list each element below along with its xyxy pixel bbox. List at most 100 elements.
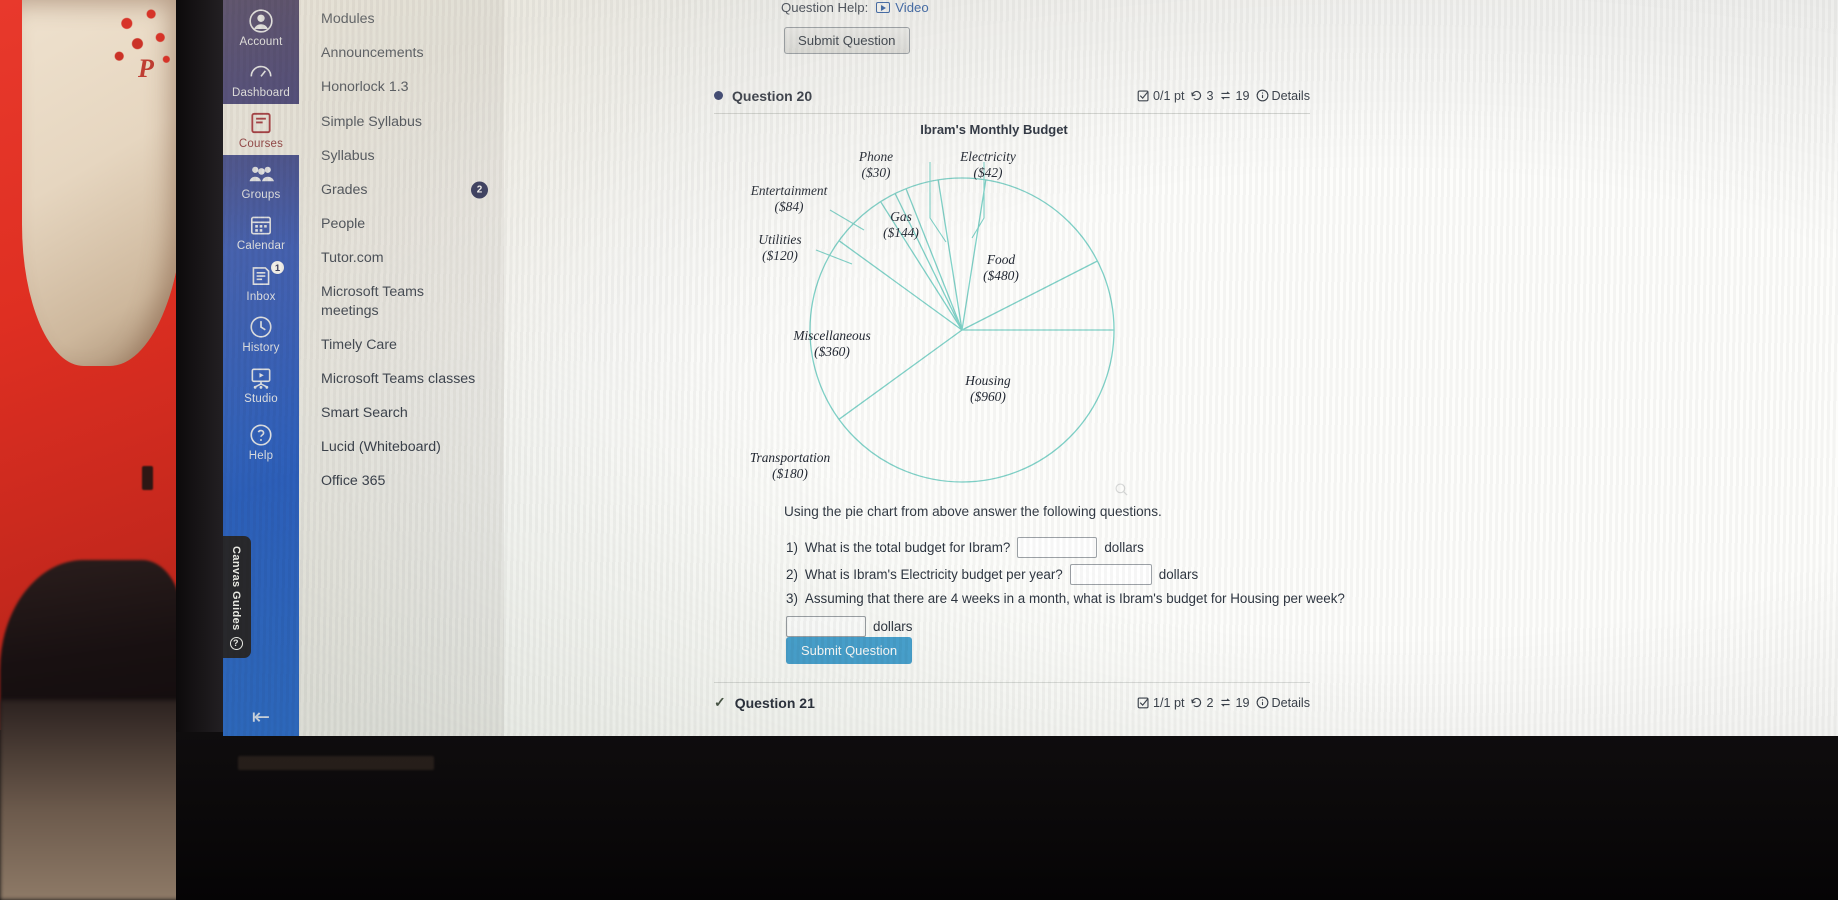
groups-icon (248, 161, 274, 187)
submit-question-button-top[interactable]: Submit Question (784, 27, 910, 54)
details-group[interactable]: Details (1256, 88, 1311, 103)
gnav-label: Courses (238, 138, 284, 150)
question-item-3: 3) Assuming that there are 4 weeks in a … (786, 591, 1345, 606)
question-20-title: Question 20 (732, 87, 813, 104)
course-nav-item-people[interactable]: People (299, 207, 504, 241)
course-nav-label: Simple Syllabus (321, 113, 422, 130)
course-nav-item-announcements[interactable]: Announcements (299, 36, 504, 70)
gnav-item-inbox[interactable]: 1 Inbox (223, 257, 299, 308)
question-item-3-answer-row: dollars (786, 616, 912, 637)
question-20-details-label: Details (1271, 88, 1311, 103)
course-nav-item-teams-classes[interactable]: Microsoft Teams classes (299, 362, 504, 396)
pie-label-phone: Phone ($30) (858, 149, 894, 180)
course-nav-item-teams-meetings[interactable]: Microsoft Teams meetings (299, 275, 504, 327)
monitor-screen: Account Dashboard Courses Groups Calenda… (223, 0, 1838, 736)
course-nav-label: Lucid (Whiteboard) (321, 439, 441, 456)
video-link-label: Video (895, 0, 929, 15)
question-20-meta: 0/1 pt 3 19 Details (1137, 89, 1310, 103)
question-21-details-label: Details (1271, 695, 1311, 710)
exchanges-group: 19 (1219, 695, 1250, 710)
question-2-text: What is Ibram's Electricity budget per y… (804, 567, 1063, 582)
question-21-title: Question 21 (734, 694, 815, 711)
course-nav-label: Office 365 (321, 473, 386, 490)
course-nav-item-syllabus[interactable]: Syllabus (299, 139, 504, 173)
question-21-exchanges: 19 (1235, 695, 1250, 710)
info-circle-icon (1256, 696, 1268, 709)
course-nav-item-tutor-com[interactable]: Tutor.com (299, 241, 504, 275)
details-group[interactable]: Details (1256, 695, 1311, 710)
clock-icon (248, 314, 274, 340)
gnav-item-courses[interactable]: Courses (223, 104, 299, 155)
course-nav-item-lucid[interactable]: Lucid (Whiteboard) (299, 430, 504, 464)
wall-switch (142, 466, 153, 490)
gnav-item-account[interactable]: Account (223, 2, 299, 53)
course-nav-item-office-365[interactable]: Office 365 (299, 464, 504, 498)
answer-input-2[interactable] (1069, 564, 1152, 585)
submit-question-button-bottom[interactable]: Submit Question (786, 637, 913, 664)
question-help-video-link[interactable]: Video (876, 0, 929, 15)
gnav-label: Help (248, 450, 274, 462)
course-nav-label: Tutor.com (321, 250, 384, 267)
gnav-item-calendar[interactable]: Calendar (223, 206, 299, 257)
course-nav-label: Modules (321, 11, 375, 27)
course-nav-item-simple-syllabus[interactable]: Simple Syllabus (299, 105, 504, 139)
pie-label-electricity: Electricity ($42) (960, 149, 1016, 180)
question-21-row[interactable]: ✓ Question 21 1/1 pt 2 19 Details (714, 682, 1310, 722)
course-nav-item-grades[interactable]: Grades 2 (299, 173, 504, 207)
gnav-item-dashboard[interactable]: Dashboard (223, 53, 299, 104)
pie-label-food: Food ($480) (983, 252, 1019, 283)
magnifier-icon[interactable] (1114, 482, 1129, 502)
answer-input-1[interactable] (1017, 537, 1098, 558)
pie-label-entertainment: Entertainment ($84) (750, 183, 828, 214)
question-item-1: 1) What is the total budget for Ibram? d… (786, 537, 1144, 558)
gnav-label: Inbox (246, 291, 276, 303)
canvas-global-nav: Account Dashboard Courses Groups Calenda… (223, 0, 299, 736)
dashboard-icon (248, 59, 274, 85)
user-avatar-icon (248, 8, 274, 34)
pie-label-housing: Housing ($960) (965, 373, 1011, 404)
course-nav-item-smart-search[interactable]: Smart Search (299, 396, 504, 430)
gnav-label: Calendar (236, 240, 286, 252)
undo-arrow-icon (1191, 90, 1202, 101)
quiz-prompt: Using the pie chart from above answer th… (784, 504, 1162, 519)
question-20-title-group: Question 20 (714, 88, 812, 104)
question-1-unit: dollars (1104, 540, 1144, 555)
bezel-reflection-strip (238, 756, 434, 770)
exchanges-group: 19 (1219, 88, 1250, 103)
gnav-item-help[interactable]: Help (223, 416, 299, 467)
question-21-meta: 1/1 pt 2 19 Details (1137, 696, 1310, 710)
canvas-guides-label: Canvas Guides (230, 546, 242, 631)
question-3-text: Assuming that there are 4 weeks in a mon… (804, 591, 1345, 606)
gnav-item-history[interactable]: History (223, 308, 299, 359)
question-mark-icon: ? (229, 637, 243, 650)
pie-label-miscellaneous: Miscellaneous ($360) (793, 328, 871, 359)
attempts-group: 3 (1190, 89, 1213, 103)
grades-badge: 2 (471, 181, 488, 199)
gnav-item-studio[interactable]: Studio (223, 359, 299, 410)
gnav-item-groups[interactable]: Groups (223, 155, 299, 206)
course-nav-label: Announcements (321, 45, 424, 62)
course-nav-item-modules[interactable]: Modules (299, 2, 504, 36)
question-2-number: 2) (786, 567, 798, 582)
question-21-title-group: ✓ Question 21 (714, 694, 815, 711)
undo-arrow-icon (1191, 697, 1202, 708)
gnav-label: History (242, 342, 280, 354)
course-nav-item-timely-care[interactable]: Timely Care (299, 328, 504, 362)
info-circle-icon (1256, 89, 1268, 102)
answer-input-3[interactable] (786, 616, 866, 637)
gnav-label: Groups (241, 189, 281, 201)
unanswered-dot-icon (714, 91, 723, 100)
course-nav-item-honorlock[interactable]: Honorlock 1.3 (299, 70, 504, 104)
floor (0, 700, 182, 900)
collapse-nav-icon[interactable]: ⇤ (223, 706, 299, 728)
course-nav-label: Smart Search (321, 405, 408, 422)
inbox-badge: 1 (270, 260, 285, 275)
course-nav-label: People (321, 216, 366, 233)
course-nav-label: Syllabus (321, 147, 375, 164)
canvas-guides-tab[interactable]: Canvas Guides ? (223, 536, 251, 658)
question-20-exchanges: 19 (1235, 88, 1250, 103)
course-nav-label: Microsoft Teams meetings (321, 284, 425, 319)
pie-label-transportation: Transportation ($180) (749, 450, 831, 481)
question-20-header: Question 20 0/1 pt 3 19 Details (714, 78, 1310, 114)
question-21-attempts: 2 (1206, 695, 1214, 710)
